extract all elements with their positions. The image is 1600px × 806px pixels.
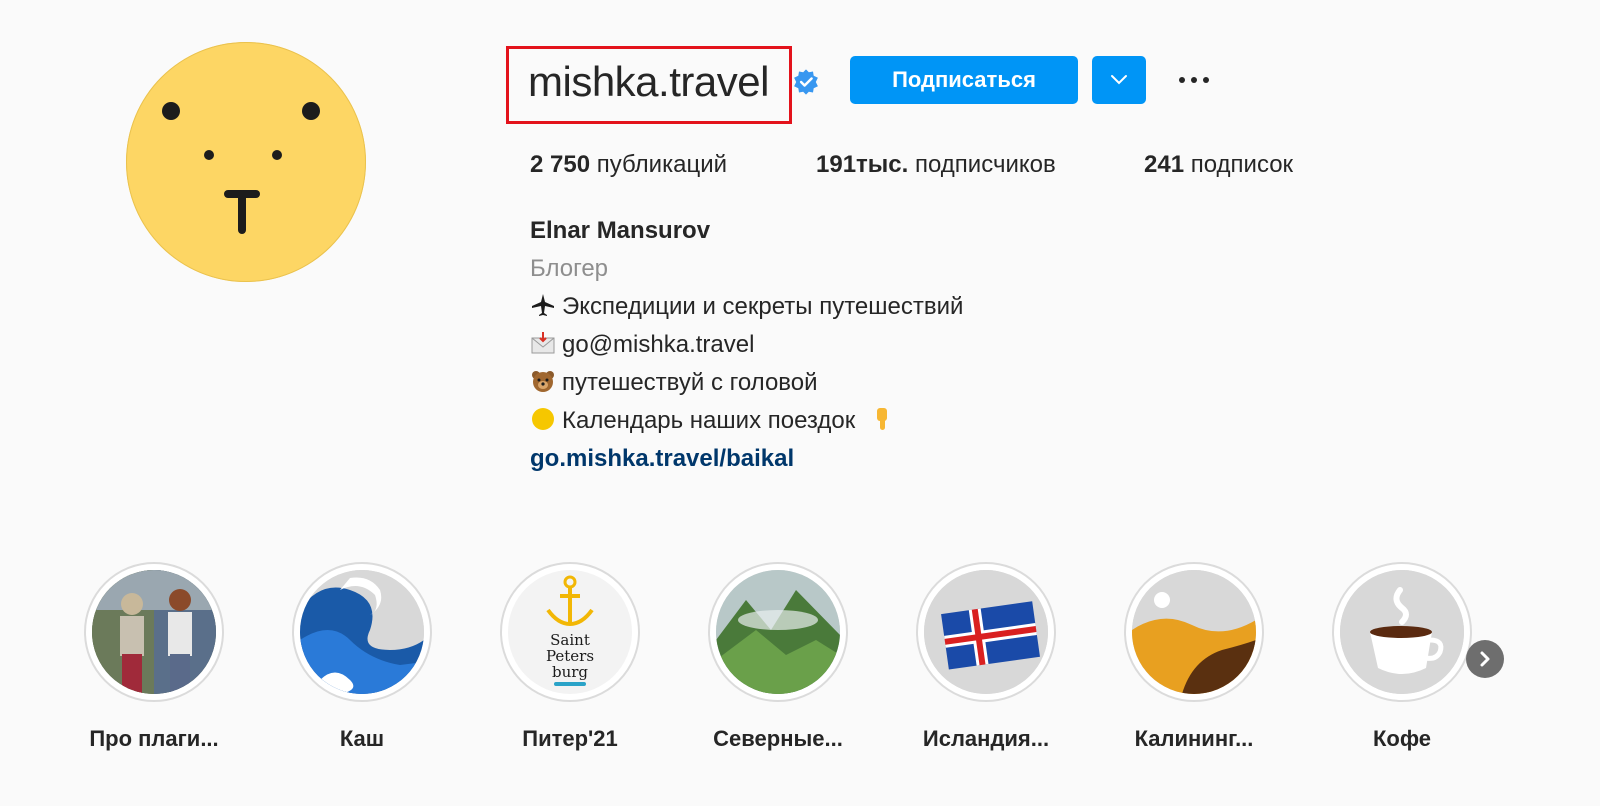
chevron-right-icon [1480,651,1490,667]
avatar-dot-right [272,150,282,160]
avatar-eye-right [302,102,320,120]
highlight-label: Исландия... [922,726,1050,751]
stat-followers-count: 191тыс. [816,151,909,178]
more-options-button[interactable] [1174,62,1214,98]
yellow-circle-emoji-icon [532,408,554,430]
highlight-item[interactable]: Кофе [1322,562,1482,752]
highlight-label: Калининг... [1134,726,1254,751]
username-highlight-frame [506,46,792,124]
bio-line: Экспедиции и секреты путешествий [530,290,963,324]
stat-posts: 2 750 публикаций [530,148,727,182]
highlight-ring [916,562,1056,702]
stat-posts-count: 2 750 [530,151,591,178]
avatar-mouth-stem [238,190,246,234]
highlight-label: Северные... [713,726,843,751]
more-dot-icon [1179,77,1185,83]
anchor-logo-text: burg [551,663,589,681]
highlight-label: Кофе [1372,726,1432,751]
highlight-cover-anchor-logo: Saint Peters burg [508,570,632,694]
highlight-cover-bears-photo [92,570,216,694]
bio-line-text: go@mishka.travel [562,331,755,358]
stat-followers[interactable]: 191тыс. подписчиков [816,148,1056,182]
highlight-item[interactable]: Северные... [698,562,858,752]
highlight-item[interactable]: Исландия... [906,562,1066,752]
verified-badge-icon [794,69,818,95]
airplane-emoji-icon [532,294,554,316]
highlight-ring [292,562,432,702]
profile-avatar[interactable] [126,42,366,282]
envelope-emoji-icon [531,332,555,354]
bio-full-name: Elnar Mansurov [530,217,711,244]
bio-line: Календарь наших поездок [530,404,902,438]
anchor-logo-text: Saint [550,631,590,649]
highlight-item[interactable]: Каш [282,562,442,752]
bio-line-text: Календарь наших поездок [562,407,856,434]
bio-line-text: Экспедиции и секреты путешествий [562,293,964,320]
more-dot-icon [1203,77,1209,83]
follow-button[interactable]: Подписаться [850,56,1078,104]
highlight-ring [84,562,224,702]
avatar-eye-left [162,102,180,120]
highlight-item[interactable]: Калининг... [1114,562,1274,752]
suggestions-dropdown-button[interactable] [1092,56,1146,104]
bio-website-link[interactable]: go.mishka.travel/baikal [530,442,794,476]
highlight-ring [1124,562,1264,702]
highlight-ring: Saint Peters burg [500,562,640,702]
stat-following-count: 241 [1144,151,1185,178]
bio-line: go@mishka.travel [530,328,754,362]
highlight-label: Каш [339,726,385,751]
stat-following[interactable]: 241 подписок [1144,148,1293,182]
anchor-logo-text: Peters [545,647,595,665]
highlight-cover-coffee-cup-illustration [1340,570,1464,694]
stat-followers-label: подписчиков [914,151,1056,178]
stat-posts-label: публикаций [596,151,728,178]
avatar-dot-left [204,150,214,160]
highlight-cover-dunes-illustration [1132,570,1256,694]
highlight-label: Питер'21 [522,726,618,751]
chevron-down-icon [1111,75,1127,85]
highlight-ring [708,562,848,702]
highlight-cover-mountains-photo [716,570,840,694]
bio-line-text: путешествуй с головой [562,369,818,396]
bio-category: Блогер [530,255,609,282]
highlight-label: Про плаги... [89,726,219,751]
anchor-icon [546,575,594,627]
highlight-item[interactable]: Saint Peters burg Питер'21 [490,562,650,752]
highlight-cover-iceland-flag [924,570,1048,694]
bear-emoji-icon [532,371,554,392]
highlight-cover-wave-illustration [300,570,424,694]
stat-following-label: подписок [1190,151,1294,178]
highlight-item[interactable]: Про плаги... [74,562,234,752]
highlights-next-button[interactable] [1466,640,1504,678]
bio-line: путешествуй с головой [530,366,818,400]
highlight-ring [1332,562,1472,702]
pointing-down-emoji-icon [876,408,887,430]
more-dot-icon [1191,77,1197,83]
